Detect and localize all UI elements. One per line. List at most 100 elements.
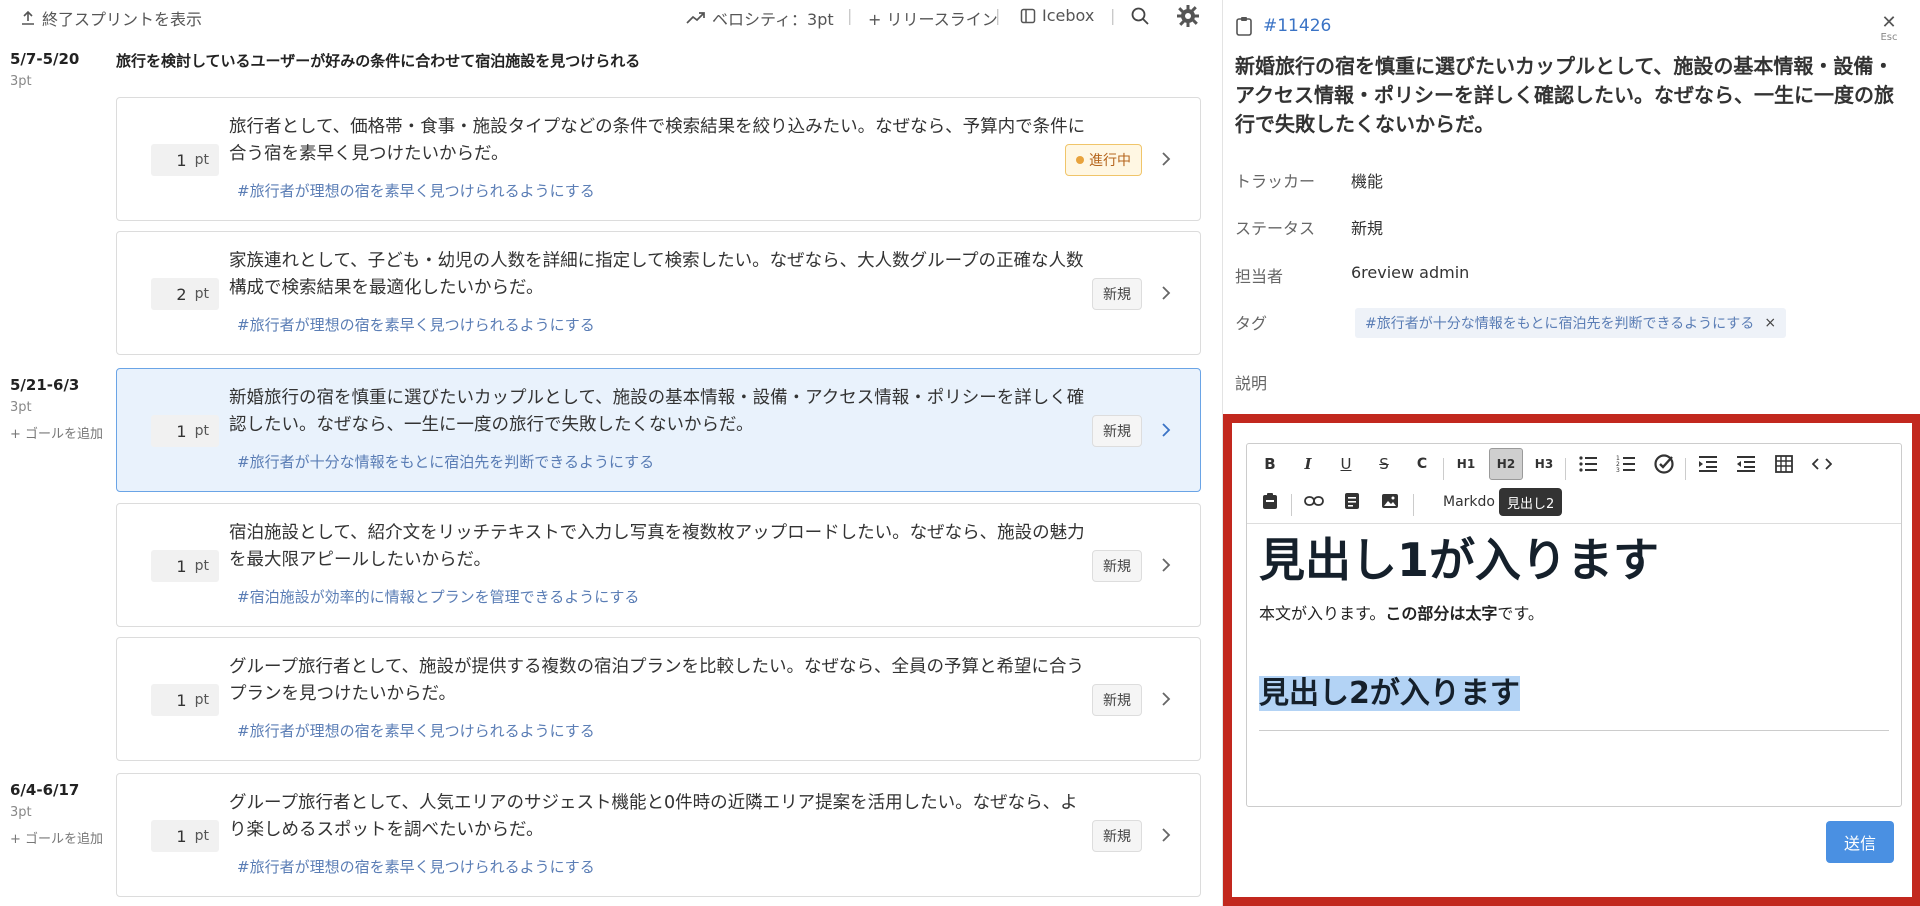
- toolbar-divider: [1685, 458, 1686, 480]
- table-button[interactable]: [1769, 449, 1799, 479]
- story-tag[interactable]: #旅行者が理想の宿を素早く見つけられるようにする: [237, 314, 595, 335]
- indent-icon: [1699, 456, 1717, 472]
- sprint-goal-title: 旅行を検討しているユーザーが好みの条件に合わせて宿泊施設を見つけられる: [116, 52, 641, 70]
- send-button[interactable]: 送信: [1826, 821, 1894, 863]
- story-points: 1 pt: [151, 144, 219, 176]
- status-badge[interactable]: 新規: [1092, 820, 1142, 852]
- story-points: 2 pt: [151, 278, 219, 310]
- code-block-button[interactable]: [1807, 449, 1837, 479]
- chevron-right-icon[interactable]: [1158, 822, 1174, 848]
- close-button[interactable]: ✕ Esc: [1874, 12, 1904, 44]
- points-unit: pt: [194, 152, 209, 168]
- status-label: 新規: [1103, 829, 1131, 845]
- status-dot-icon: [1076, 156, 1084, 164]
- status-label: 進行中: [1089, 153, 1131, 169]
- chevron-right-icon[interactable]: [1158, 280, 1174, 306]
- story-card[interactable]: 1 pt グループ旅行者として、人気エリアのサジェスト機能と0件時の近隣エリア提案…: [116, 773, 1201, 897]
- markdown-toggle[interactable]: Markdo: [1443, 494, 1495, 510]
- sprint-points: 3pt: [10, 805, 32, 820]
- story-tag[interactable]: #旅行者が十分な情報をもとに宿泊先を判断できるようにする: [237, 451, 654, 472]
- points-unit: pt: [194, 692, 209, 708]
- clipboard-button[interactable]: [1255, 486, 1285, 516]
- issue-id[interactable]: #11426: [1235, 16, 1331, 36]
- bold-button[interactable]: B: [1255, 449, 1285, 479]
- status-badge[interactable]: 新規: [1092, 684, 1142, 716]
- release-line-label: + リリースライン: [868, 10, 998, 29]
- code-button[interactable]: C: [1407, 449, 1437, 479]
- points-unit: pt: [194, 828, 209, 844]
- bullet-list-button[interactable]: [1573, 449, 1603, 479]
- close-icon: ✕: [1881, 12, 1897, 33]
- description-label: 説明: [1235, 374, 1268, 393]
- story-title: 旅行者として、価格帯・食事・施設タイプなどの条件で検索結果を絞り込みたい。なぜな…: [229, 117, 1086, 164]
- toolbar-divider: [1291, 494, 1292, 516]
- outdent-button[interactable]: [1731, 449, 1761, 479]
- checklist-button[interactable]: [1649, 449, 1679, 479]
- link-button[interactable]: [1299, 486, 1329, 516]
- chevron-right-icon[interactable]: [1158, 146, 1174, 172]
- strikethrough-button[interactable]: S: [1369, 449, 1399, 479]
- icebox-button[interactable]: Icebox: [1020, 6, 1094, 25]
- content-heading-1: 見出し1が入ります: [1259, 533, 1660, 587]
- tracker-value[interactable]: 機能: [1351, 168, 1383, 192]
- chevron-right-icon[interactable]: [1158, 552, 1174, 578]
- story-card[interactable]: 2 pt 家族連れとして、子ども・幼児の人数を詳細に指定して検索したい。なぜなら、…: [116, 231, 1201, 355]
- story-points: 1 pt: [151, 684, 219, 716]
- points-value: 1: [176, 556, 187, 576]
- bullet-list-icon: [1579, 456, 1597, 472]
- toolbar-divider: [1443, 458, 1444, 480]
- velocity-indicator[interactable]: ベロシティ：3pt: [686, 6, 834, 30]
- toolbar-divider: |: [1110, 6, 1116, 25]
- chevron-right-icon[interactable]: [1158, 417, 1174, 443]
- status-value[interactable]: 新規: [1351, 215, 1383, 239]
- search-button[interactable]: [1130, 6, 1150, 26]
- sprint-header: 5/21-6/3 3pt + ゴールを追加: [10, 376, 103, 442]
- status-badge[interactable]: 新規: [1092, 415, 1142, 447]
- release-line-button[interactable]: + リリースライン: [868, 6, 998, 30]
- story-card[interactable]: 1 pt 宿泊施設として、紹介文をリッチテキストで入力し写真を複数枚アップロードし…: [116, 503, 1201, 627]
- show-finished-button[interactable]: 終了スプリントを表示: [20, 6, 202, 30]
- story-title: 新婚旅行の宿を慎重に選びたいカップルとして、施設の基本情報・設備・アクセス情報・…: [229, 388, 1085, 435]
- chevron-right-icon[interactable]: [1158, 686, 1174, 712]
- status-badge[interactable]: 進行中: [1065, 144, 1142, 176]
- ordered-list-button[interactable]: 123: [1611, 449, 1641, 479]
- story-card[interactable]: 1 pt グループ旅行者として、施設が提供する複数の宿泊プランを比較したい。なぜな…: [116, 637, 1201, 761]
- sprint-range: 5/21-6/3: [10, 376, 80, 394]
- add-goal-link[interactable]: + ゴールを追加: [10, 423, 103, 442]
- heading2-button[interactable]: H2: [1489, 448, 1523, 480]
- status-badge[interactable]: 新規: [1092, 278, 1142, 310]
- story-card[interactable]: 1 pt 旅行者として、価格帯・食事・施設タイプなどの条件で検索結果を絞り込みたい…: [116, 97, 1201, 221]
- editor-content[interactable]: 見出し1が入ります 本文が入ります。この部分は太字です。 見出し2が入ります: [1259, 532, 1889, 731]
- assignee-label: 担当者: [1235, 267, 1284, 286]
- story-tag[interactable]: #旅行者が理想の宿を素早く見つけられるようにする: [237, 856, 595, 877]
- points-value: 1: [176, 690, 187, 710]
- settings-button[interactable]: [1176, 4, 1200, 28]
- rich-text-editor[interactable]: B I U S C H1 H2 H3 123 Markdo 見出し2 見出し1が…: [1246, 443, 1902, 807]
- add-goal-link[interactable]: + ゴールを追加: [10, 828, 103, 847]
- heading3-button[interactable]: H3: [1529, 449, 1559, 479]
- tag-chip-label: #旅行者が十分な情報をもとに宿泊先を判断できるようにする: [1365, 316, 1755, 332]
- document-icon: [1345, 493, 1359, 509]
- indent-button[interactable]: [1693, 449, 1723, 479]
- editor-highlight-frame: B I U S C H1 H2 H3 123 Markdo 見出し2 見出し1が…: [1223, 414, 1920, 906]
- toolbar-divider: [1565, 458, 1566, 480]
- italic-button[interactable]: I: [1293, 449, 1323, 479]
- story-tag[interactable]: #旅行者が理想の宿を素早く見つけられるようにする: [237, 720, 595, 741]
- assignee-value[interactable]: 6review admin: [1351, 263, 1469, 282]
- status-badge[interactable]: 新規: [1092, 550, 1142, 582]
- image-button[interactable]: [1375, 486, 1405, 516]
- story-tag[interactable]: #宿泊施設が効率的に情報とプランを管理できるようにする: [237, 586, 639, 607]
- points-value: 1: [176, 150, 187, 170]
- remove-tag-icon[interactable]: ×: [1764, 315, 1776, 331]
- document-button[interactable]: [1337, 486, 1367, 516]
- heading1-button[interactable]: H1: [1451, 449, 1481, 479]
- story-card-selected[interactable]: 1 pt 新婚旅行の宿を慎重に選びたいカップルとして、施設の基本情報・設備・アクセ…: [116, 368, 1201, 492]
- story-tag[interactable]: #旅行者が理想の宿を素早く見つけられるようにする: [237, 180, 595, 201]
- icebox-label: Icebox: [1042, 6, 1095, 25]
- tag-chip[interactable]: #旅行者が十分な情報をもとに宿泊先を判断できるようにする ×: [1355, 308, 1787, 338]
- story-title: グループ旅行者として、施設が提供する複数の宿泊プランを比較したい。なぜなら、全員…: [229, 657, 1085, 704]
- sprint-points: 3pt: [10, 74, 32, 89]
- backlog-toolbar: 終了スプリントを表示 ベロシティ：3pt | + リリースライン | Icebo…: [0, 0, 1220, 36]
- show-finished-label: 終了スプリントを表示: [42, 10, 203, 29]
- underline-button[interactable]: U: [1331, 449, 1361, 479]
